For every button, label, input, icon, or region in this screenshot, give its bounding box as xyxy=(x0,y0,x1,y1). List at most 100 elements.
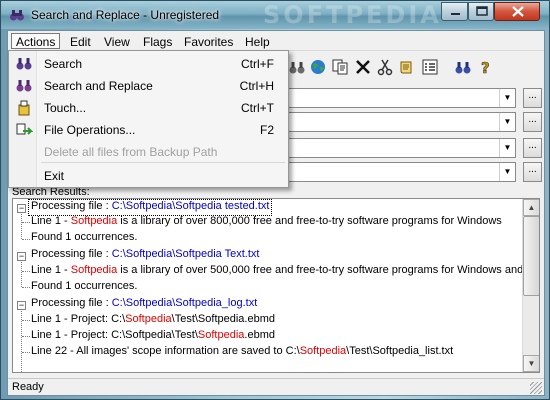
tree-branch xyxy=(22,287,30,288)
search-results-tree[interactable]: − Processing file : C:\Softpedia\Softped… xyxy=(12,198,540,373)
line-prefix: Line 22 - All images' scope information … xyxy=(31,345,300,357)
menu-item-search-and-replace[interactable]: Search and Replace Ctrl+H xyxy=(11,76,286,96)
menu-bar: Actions Edit View Flags Favorites Help xyxy=(8,31,544,51)
tree-branch xyxy=(22,336,30,337)
tree-node-file[interactable]: Processing file : C:\Softpedia\Softpedia… xyxy=(27,199,273,216)
menu-item-touch[interactable]: Touch... Ctrl+T xyxy=(11,98,286,118)
file-path: C:\Softpedia\Softpedia_log.txt xyxy=(111,297,258,309)
copy-icon[interactable] xyxy=(331,58,349,76)
chevron-down-icon[interactable]: ▼ xyxy=(499,89,515,107)
match-line[interactable]: Line 22 - All images' scope information … xyxy=(31,345,453,360)
resize-grip-icon[interactable] xyxy=(530,382,542,394)
line-prefix: Line 1 - xyxy=(31,215,71,227)
scroll-down-icon[interactable]: ▼ xyxy=(523,355,539,372)
collapse-icon[interactable]: − xyxy=(17,252,26,261)
menu-edit[interactable]: Edit xyxy=(65,34,96,50)
line-suffix: \Test\Softpedia_list.txt xyxy=(346,345,454,357)
browse-button[interactable]: ... xyxy=(523,138,542,158)
menu-item-shortcut: Ctrl+H xyxy=(239,79,274,93)
scissors-icon[interactable] xyxy=(376,58,394,76)
menu-item-label: File Operations... xyxy=(44,123,136,137)
softpedia-watermark: SOFTPEDIA xyxy=(263,1,442,29)
delete-icon[interactable] xyxy=(354,58,372,76)
menu-item-label: Search and Replace xyxy=(44,79,153,93)
menu-item-label: Touch... xyxy=(44,101,87,115)
chevron-down-icon[interactable]: ▼ xyxy=(499,113,515,131)
browse-button[interactable]: ... xyxy=(523,112,542,132)
globe-icon[interactable] xyxy=(309,58,327,76)
list-icon[interactable] xyxy=(421,58,439,76)
svg-text:?: ? xyxy=(481,59,490,76)
menu-item-label: Search xyxy=(44,57,83,71)
file-path: C:\Softpedia\Softpedia tested.txt xyxy=(111,200,270,212)
vertical-scrollbar[interactable]: ▲ ▼ xyxy=(522,199,539,372)
tree-node-file[interactable]: Processing file : C:\Softpedia\Softpedia… xyxy=(29,248,261,263)
match-line[interactable]: Line 1 - Softpedia is a library of over … xyxy=(31,215,502,230)
processing-label: Processing file : xyxy=(31,248,112,260)
collapse-icon[interactable]: − xyxy=(17,301,26,310)
menu-item-exit[interactable]: Exit xyxy=(11,166,286,186)
toolbar-search-icon[interactable] xyxy=(288,58,306,76)
tree-branch xyxy=(22,222,30,223)
match-text: Softpedia xyxy=(299,345,347,357)
app-window: Search and Replace - Unregistered SOFTPE… xyxy=(0,0,550,400)
line-prefix: Line 1 - Project: C:\ xyxy=(31,313,126,325)
browse-button[interactable]: ... xyxy=(523,162,542,182)
tree-line xyxy=(21,306,22,372)
find-icon[interactable] xyxy=(454,58,472,76)
close-button[interactable] xyxy=(494,2,540,21)
menu-item-file-operations[interactable]: File Operations... F2 xyxy=(11,120,286,140)
occurrence-count[interactable]: Found 1 occurrences. xyxy=(31,280,137,295)
tree-line xyxy=(21,209,22,239)
chevron-down-icon[interactable]: ▼ xyxy=(499,139,515,157)
scroll-icon[interactable] xyxy=(398,58,416,76)
menu-item-label: Exit xyxy=(44,169,65,183)
tree-node-file[interactable]: Processing file : C:\Softpedia\Softpedia… xyxy=(29,297,259,312)
occurrence-count[interactable]: Found 1 occurrences. xyxy=(31,231,137,246)
match-line[interactable]: Line 1 - Project: C:\Softpedia\Test\Soft… xyxy=(31,313,275,328)
scroll-thumb[interactable] xyxy=(523,216,539,296)
file-operations-icon xyxy=(15,122,34,138)
status-text: Ready xyxy=(12,381,44,393)
title-bar[interactable]: Search and Replace - Unregistered SOFTPE… xyxy=(1,1,549,29)
touch-icon xyxy=(15,100,33,116)
menu-favorites[interactable]: Favorites xyxy=(179,34,238,50)
match-text: Softpedia xyxy=(125,313,172,325)
menu-item-shortcut: F2 xyxy=(259,123,274,137)
browse-button[interactable]: ... xyxy=(523,88,542,108)
binoculars-icon xyxy=(15,56,33,72)
match-text: Softpedia xyxy=(197,329,245,341)
menu-item-search[interactable]: Search Ctrl+F xyxy=(11,54,286,74)
tree-branch xyxy=(22,352,30,353)
binoculars-replace-icon xyxy=(15,78,33,94)
line-prefix: Line 1 - xyxy=(31,264,71,276)
line-suffix: is a library of over 500,000 free and fr… xyxy=(117,264,522,276)
menu-help[interactable]: Help xyxy=(240,34,275,50)
tree-branch xyxy=(22,239,30,240)
match-text: Softpedia xyxy=(70,215,118,227)
maximize-button[interactable] xyxy=(468,2,494,21)
match-line[interactable]: Line 1 - Softpedia is a library of over … xyxy=(31,264,522,279)
chevron-down-icon[interactable]: ▼ xyxy=(499,163,515,181)
actions-menu: Search Ctrl+F Search and Replace Ctrl+H … xyxy=(8,50,289,188)
menu-item-shortcut: Ctrl+F xyxy=(241,57,274,71)
menu-item-label: Delete all files from Backup Path xyxy=(44,145,218,159)
menu-flags[interactable]: Flags xyxy=(138,34,177,50)
menu-item-delete-backup: Delete all files from Backup Path xyxy=(11,142,286,162)
minimize-button[interactable] xyxy=(441,2,468,21)
collapse-icon[interactable]: − xyxy=(17,204,26,213)
match-text: Softpedia xyxy=(70,264,118,276)
status-bar: Ready xyxy=(8,378,544,395)
binoculars-icon xyxy=(9,7,25,23)
menu-item-shortcut: Ctrl+T xyxy=(241,101,274,115)
count-text: Found 1 occurrences. xyxy=(31,280,138,292)
menu-actions[interactable]: Actions xyxy=(11,33,61,49)
window-title: Search and Replace - Unregistered xyxy=(31,8,220,22)
line-suffix: \Test\Softpedia.ebmd xyxy=(171,313,275,325)
menu-view[interactable]: View xyxy=(99,34,135,50)
scroll-up-icon[interactable]: ▲ xyxy=(523,199,539,216)
file-path: C:\Softpedia\Softpedia Text.txt xyxy=(111,248,260,260)
match-line[interactable]: Line 1 - Project: C:\Softpedia\Test\Soft… xyxy=(31,329,275,344)
tree-branch xyxy=(22,271,30,272)
help-icon[interactable]: ? xyxy=(476,58,494,78)
